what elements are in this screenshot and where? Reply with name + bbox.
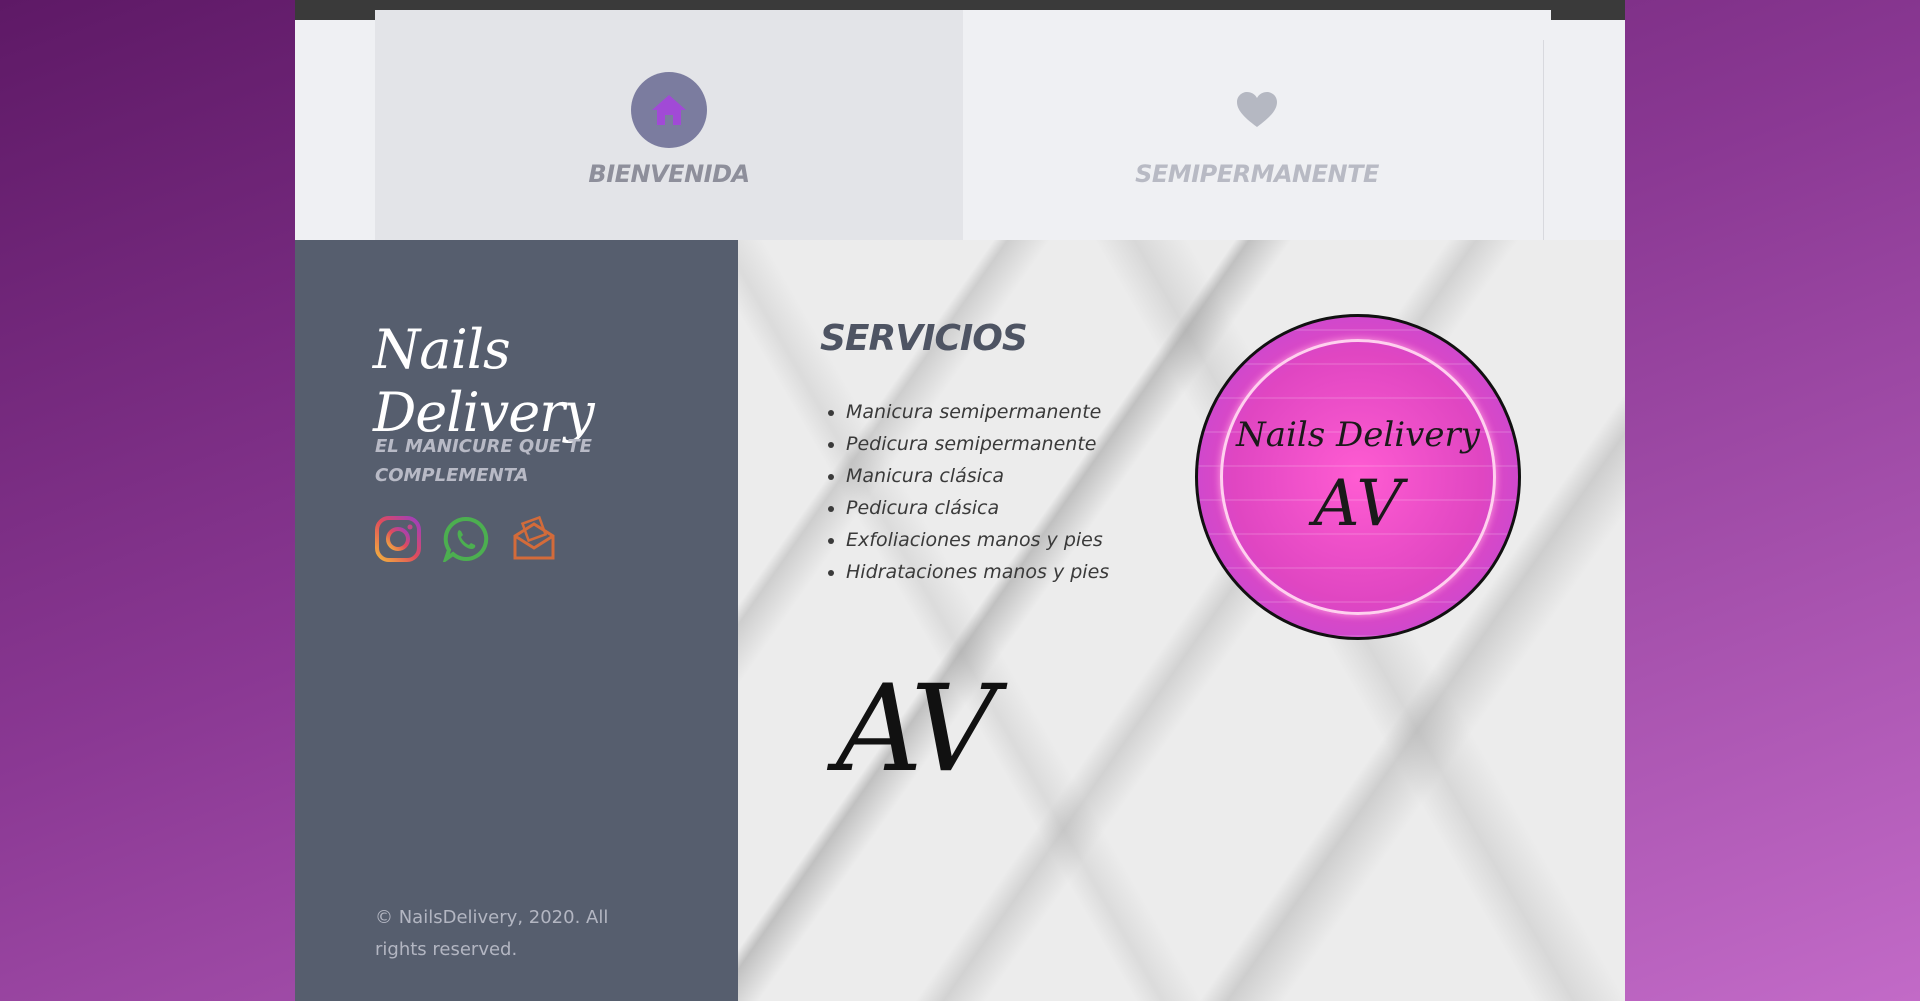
tab-label: BIENVENIDA	[588, 160, 750, 188]
whatsapp-icon[interactable]	[442, 516, 489, 565]
home-icon	[631, 72, 707, 148]
list-item: Manicura clásica	[846, 460, 1109, 492]
signature-initials: AV	[836, 660, 997, 799]
tab-bienvenida[interactable]: BIENVENIDA	[375, 10, 963, 240]
logo-brand-text: Nails Delivery	[1236, 415, 1480, 455]
tab-label: SEMIPERMANENTE	[1135, 160, 1379, 188]
tagline: EL MANICURE QUE TE COMPLEMENTA	[375, 436, 592, 486]
main-content: SERVICIOS Manicura semipermanente Pedicu…	[738, 240, 1625, 1001]
list-item: Exfoliaciones manos y pies	[846, 524, 1109, 556]
email-icon[interactable]	[511, 515, 557, 562]
tab-divider	[1543, 40, 1544, 240]
sidebar: Nails Delivery EL MANICURE QUE TE COMPLE…	[295, 240, 738, 1001]
brand-logo-badge: Nails Delivery AV	[1195, 314, 1521, 640]
brand-logo-text: Nails Delivery	[373, 318, 595, 444]
services-list: Manicura semipermanente Pedicura semiper…	[820, 396, 1109, 588]
instagram-icon[interactable]	[375, 516, 421, 562]
copyright-text: © NailsDelivery, 2020. All rights reserv…	[375, 907, 609, 960]
tab-bar: BIENVENIDA SEMIPERMANENTE	[295, 10, 1625, 240]
logo-initials: AV	[1313, 467, 1403, 541]
list-item: Pedicura clásica	[846, 492, 1109, 524]
list-item: Manicura semipermanente	[846, 396, 1109, 428]
list-item: Pedicura semipermanente	[846, 428, 1109, 460]
heart-icon	[1219, 72, 1295, 148]
page-frame: BIENVENIDA SEMIPERMANENTE Nails Delivery…	[295, 0, 1625, 1001]
tab-semipermanente[interactable]: SEMIPERMANENTE	[963, 10, 1551, 240]
social-links	[375, 515, 557, 565]
services-title: SERVICIOS	[820, 318, 1028, 359]
list-item: Hidrataciones manos y pies	[846, 556, 1109, 588]
